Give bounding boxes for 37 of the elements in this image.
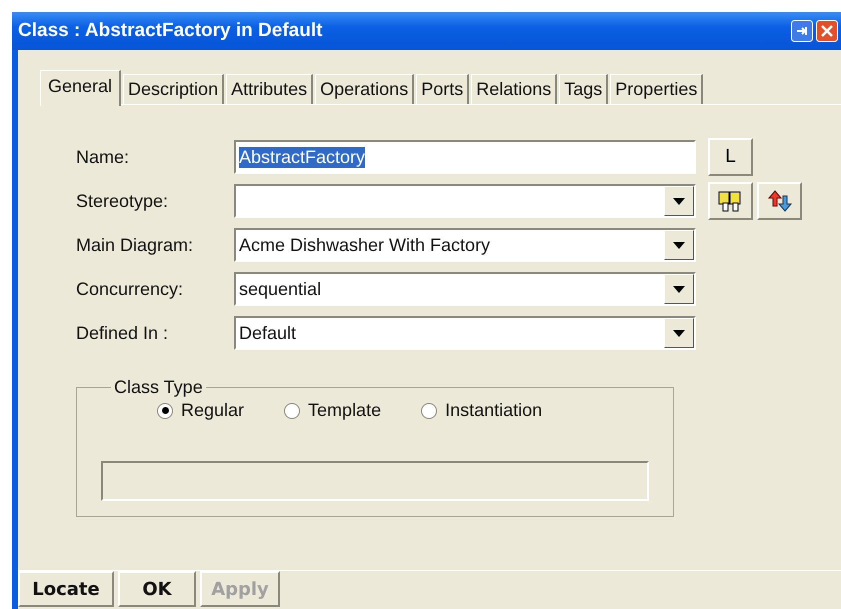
tab[interactable]: Attributes [226, 74, 314, 104]
radio-label: Instantiation [445, 400, 542, 421]
tab[interactable]: Description [123, 74, 224, 104]
up-down-arrows-icon [766, 189, 794, 213]
binoculars-button[interactable] [708, 182, 753, 220]
tab[interactable]: Properties [610, 74, 704, 104]
dropdown-field[interactable]: Default [234, 316, 696, 350]
field-label: Concurrency: [76, 278, 184, 300]
tab[interactable]: Operations [315, 74, 414, 104]
tab[interactable]: General [40, 70, 122, 106]
pin-icon[interactable] [791, 20, 813, 42]
dropdown-field[interactable]: Acme Dishwasher With Factory [234, 228, 696, 262]
radio-option[interactable]: Regular [157, 400, 244, 421]
field-label: Name: [76, 146, 130, 168]
field-label: Stereotype: [76, 190, 170, 212]
tab[interactable]: Ports [416, 74, 470, 104]
label-button[interactable]: L [708, 138, 753, 176]
radio-icon[interactable] [157, 402, 173, 418]
radio-icon[interactable] [421, 402, 438, 418]
field-label: Main Diagram: [76, 234, 194, 256]
swap-button[interactable] [757, 182, 802, 220]
radio-option[interactable]: Instantiation [421, 400, 542, 421]
radio-icon[interactable] [284, 402, 300, 418]
close-icon[interactable] [816, 20, 838, 42]
field-label: Defined In : [76, 322, 170, 344]
window-title: Class : AbstractFactory in Default [18, 20, 324, 42]
tab[interactable]: Tags [559, 74, 608, 104]
footer-button[interactable]: OK [118, 571, 196, 607]
dropdown-field[interactable]: sequential [234, 272, 696, 306]
radio-option[interactable]: Template [284, 400, 382, 421]
group-title: Class Type [113, 377, 204, 398]
radio-label: Template [308, 400, 382, 421]
tab[interactable]: Relations [471, 74, 558, 104]
radio-label: Regular [181, 400, 244, 421]
footer-button[interactable]: Locate [18, 571, 114, 607]
dropdown-field[interactable] [234, 184, 696, 218]
input-field[interactable]: AbstractFactory [234, 140, 696, 174]
